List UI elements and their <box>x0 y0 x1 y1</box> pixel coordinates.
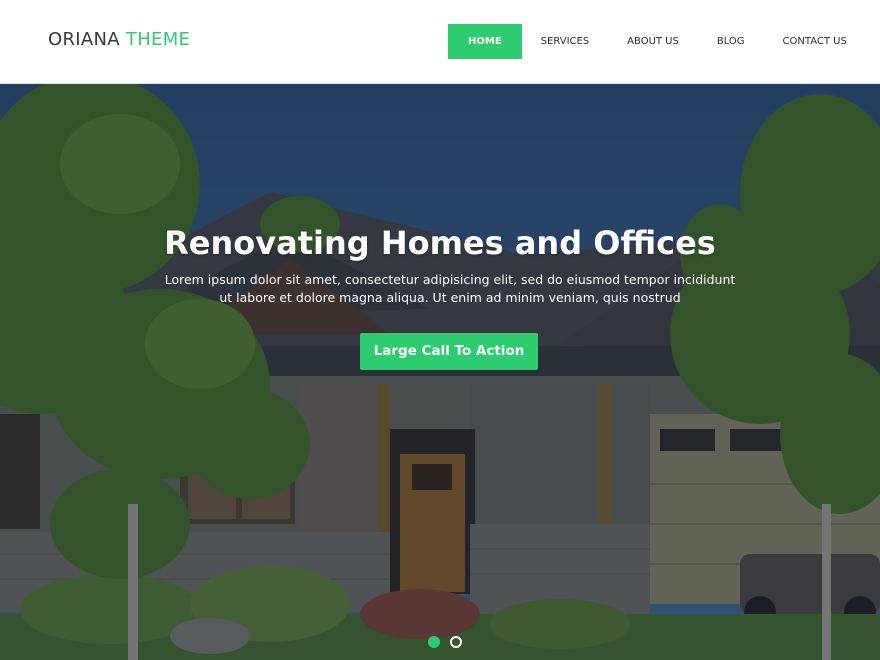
site-logo[interactable]: ORIANA THEME <box>48 29 190 50</box>
nav-item-blog[interactable]: BLOG <box>698 24 764 59</box>
call-to-action-button[interactable]: Large Call To Action <box>360 333 538 370</box>
site-header: ORIANA THEME HOME SERVICES ABOUT US BLOG… <box>0 0 880 84</box>
nav-item-services[interactable]: SERVICES <box>522 24 609 59</box>
nav-item-home[interactable]: HOME <box>448 24 522 59</box>
hero-slider: Renovating Homes and Offices Lorem ipsum… <box>0 84 880 660</box>
slider-dot-2[interactable] <box>450 636 462 648</box>
nav-item-about-us[interactable]: ABOUT US <box>608 24 698 59</box>
hero-description: Lorem ipsum dolor sit amet, consectetur … <box>164 272 736 305</box>
logo-text-primary: ORIANA <box>48 29 120 50</box>
slider-pagination <box>428 636 462 648</box>
hero-title: Renovating Homes and Offices <box>164 224 716 262</box>
nav-item-contact-us[interactable]: CONTACT US <box>764 24 866 59</box>
page: ORIANA THEME HOME SERVICES ABOUT US BLOG… <box>0 0 880 660</box>
slider-dot-1-active[interactable] <box>428 636 440 648</box>
hero-dark-overlay <box>0 84 880 660</box>
logo-text-accent: THEME <box>125 29 191 50</box>
main-nav: HOME SERVICES ABOUT US BLOG CONTACT US <box>448 24 866 59</box>
